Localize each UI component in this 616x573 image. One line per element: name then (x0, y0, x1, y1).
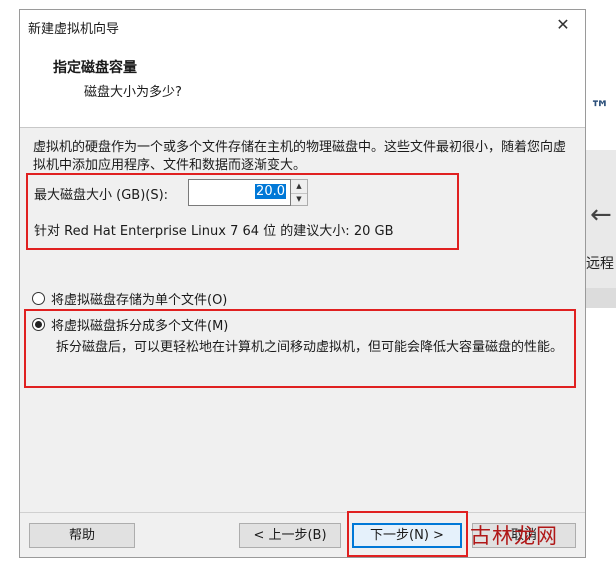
disk-description: 虚拟机的硬盘作为一个或多个文件存储在主机的物理磁盘中。这些文件最初很小，随着您向… (33, 140, 567, 173)
title-bar: 新建虚拟机向导 ✕ (20, 10, 585, 41)
trademark-symbol: ™ (590, 96, 610, 120)
wizard-header: 指定磁盘容量 磁盘大小为多少? (20, 41, 585, 128)
footer-divider (20, 512, 585, 513)
new-vm-wizard-dialog: 新建虚拟机向导 ✕ 指定磁盘容量 磁盘大小为多少? 虚拟机的硬盘作为一个或多个文… (19, 9, 586, 558)
radio-single-file-indicator[interactable] (32, 292, 45, 305)
window-title: 新建虚拟机向导 (28, 22, 120, 37)
help-button[interactable]: 帮助 (29, 523, 135, 548)
radio-split-files-label: 将虚拟磁盘拆分成多个文件(M) (51, 319, 229, 334)
background-bar (586, 288, 616, 308)
arrow-left-icon: ← (590, 200, 612, 230)
disk-size-input[interactable]: 20.0 (188, 179, 291, 206)
radio-split-files-indicator[interactable] (32, 318, 45, 331)
highlight-box-next (347, 511, 468, 557)
page-subtitle: 磁盘大小为多少? (84, 85, 182, 100)
radio-single-file[interactable]: 将虚拟磁盘存储为单个文件(O) (32, 289, 227, 308)
split-description: 拆分磁盘后，可以更轻松地在计算机之间移动虚拟机，但可能会降低大容量磁盘的性能。 (56, 340, 564, 355)
spin-down-icon[interactable]: ▼ (291, 193, 307, 206)
prev-button[interactable]: < 上一步(B) (239, 523, 341, 548)
close-icon[interactable]: ✕ (551, 14, 575, 36)
background-partial-text: 远程 (586, 256, 614, 272)
watermark-text: 古林龙网 (470, 524, 558, 548)
radio-single-file-label: 将虚拟磁盘存储为单个文件(O) (51, 293, 228, 308)
page-title: 指定磁盘容量 (53, 60, 137, 76)
recommended-size-text: 针对 Red Hat Enterprise Linux 7 64 位 的建议大小… (34, 224, 394, 239)
disk-size-label-text: 最大磁盘大小 (GB)(S): (34, 188, 169, 203)
radio-split-files[interactable]: 将虚拟磁盘拆分成多个文件(M) (32, 315, 228, 334)
spin-up-icon[interactable]: ▲ (291, 180, 307, 194)
disk-size-spinner[interactable]: ▲ ▼ (291, 179, 308, 206)
disk-size-label: 最大磁盘大小 (GB)(S): (34, 184, 168, 203)
disk-size-value: 20.0 (255, 184, 286, 199)
